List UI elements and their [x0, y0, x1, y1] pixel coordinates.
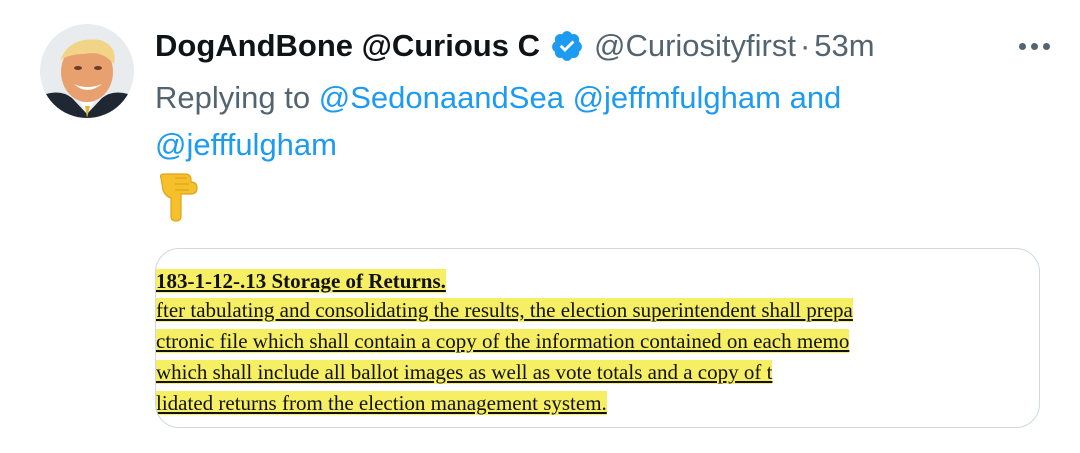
avatar-image: [40, 24, 134, 118]
mention-sedonaandsea[interactable]: @SedonaandSea: [319, 80, 564, 115]
more-options-icon[interactable]: [1000, 24, 1050, 68]
attached-image[interactable]: 183-1-12-.13 Storage of Returns. fter ta…: [155, 248, 1040, 428]
document-excerpt: 183-1-12-.13 Storage of Returns. fter ta…: [156, 267, 1039, 419]
separator-dot: ·: [799, 28, 811, 63]
timestamp[interactable]: 53m: [814, 28, 874, 64]
document-line: lidated returns from the election manage…: [156, 391, 607, 415]
document-line: fter tabulating and consolidating the re…: [156, 298, 853, 322]
avatar[interactable]: [40, 24, 134, 118]
backhand-index-pointing-down-icon: [155, 172, 201, 222]
display-name[interactable]: DogAndBone @Curious C: [155, 28, 540, 64]
verified-badge-icon: [550, 29, 584, 63]
mention-jeffmfulgham[interactable]: @jeffmfulgham: [573, 80, 781, 115]
mention-joiner[interactable]: and: [790, 80, 842, 115]
replying-to: Replying to @SedonaandSea @jeffmfulgham …: [155, 74, 975, 168]
user-handle[interactable]: @Curiosityfirst: [594, 28, 796, 64]
document-line: which shall include all ballot images as…: [156, 360, 773, 384]
document-heading: 183-1-12-.13 Storage of Returns.: [156, 269, 446, 293]
document-line: ctronic file which shall contain a copy …: [156, 329, 850, 353]
replying-to-label: Replying to: [155, 80, 311, 115]
mention-jefffulgham[interactable]: @jefffulgham: [155, 127, 337, 162]
tweet-header: DogAndBone @Curious C @Curiosityfirst · …: [155, 24, 1050, 68]
